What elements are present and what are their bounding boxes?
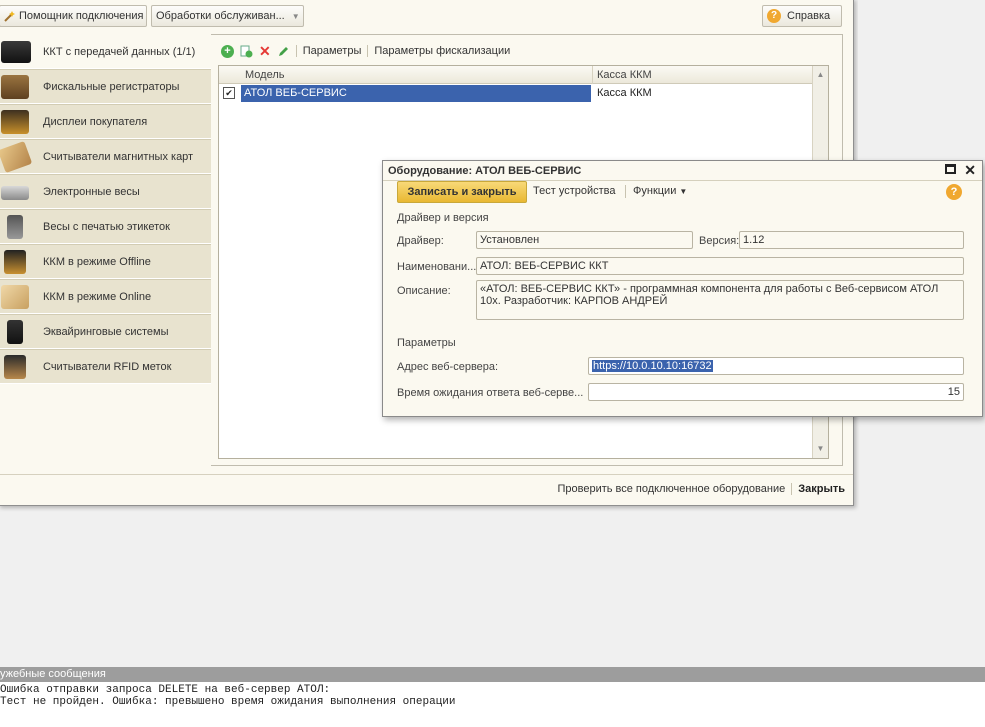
help-icon[interactable]: ? — [946, 184, 962, 200]
functions-label: Функции — [633, 185, 677, 197]
dialog-toolbar-divider — [625, 185, 626, 198]
equipment-dialog: Оборудование: АТОЛ ВЕБ-СЕРВИС ✕ Записать… — [382, 160, 983, 417]
messages-panel: Ошибка отправки запроса DELETE на веб-се… — [0, 682, 985, 727]
service-processing-dropdown[interactable]: Обработки обслуживан... ▼ — [151, 5, 304, 27]
name-field[interactable]: АТОЛ: ВЕБ-СЕРВИС ККТ — [476, 257, 964, 275]
sidebar-item-label-scales[interactable]: Весы с печатью этикеток — [0, 209, 211, 244]
sidebar-item-customer-displays[interactable]: Дисплеи покупателя — [0, 104, 211, 139]
sidebar-item-label: ККМ в режиме Offline — [43, 255, 151, 268]
window-bottom-bar: Проверить все подключенное оборудование … — [0, 474, 853, 504]
toolbar-divider — [367, 45, 369, 57]
driver-label: Драйвер: — [397, 235, 444, 247]
web-server-label: Адрес веб-сервера: — [397, 361, 499, 373]
parameters-link[interactable]: Параметры — [303, 45, 362, 57]
timeout-field[interactable]: 15 — [588, 383, 964, 401]
sidebar-item-kkm-offline[interactable]: ККМ в режиме Offline — [0, 244, 211, 279]
close-button[interactable]: Закрыть — [798, 483, 845, 495]
offline-kkm-icon — [4, 250, 26, 274]
help-button[interactable]: ? Справка — [762, 5, 842, 27]
table-header: Модель Касса ККМ — [219, 66, 813, 84]
connection-assistant-label: Помощник подключения — [19, 10, 144, 22]
desktop-background — [858, 0, 985, 160]
timeout-label: Время ожидания ответа веб-серве... — [397, 387, 584, 399]
add-icon[interactable]: + — [221, 44, 234, 58]
chevron-down-icon: ▼ — [291, 11, 300, 21]
maximize-icon[interactable] — [945, 164, 956, 174]
column-header-cash-register[interactable]: Касса ККМ — [593, 66, 813, 84]
message-line: Тест не пройден. Ошибка: превышено время… — [0, 696, 456, 708]
description-field[interactable]: «АТОЛ: ВЕБ-СЕРВИС ККТ» - программная ком… — [476, 280, 964, 320]
section-driver-heading: Драйвер и версия — [397, 212, 489, 224]
online-kkm-icon — [1, 285, 29, 309]
sidebar-item-label: Весы с печатью этикеток — [43, 220, 170, 233]
dialog-title: Оборудование: АТОЛ ВЕБ-СЕРВИС — [388, 165, 582, 177]
check-all-equipment-button[interactable]: Проверить все подключенное оборудование — [557, 483, 785, 495]
sidebar-item-label: Дисплеи покупателя — [43, 115, 148, 128]
version-label: Версия: — [699, 235, 740, 247]
functions-dropdown[interactable]: Функции ▼ — [633, 185, 687, 197]
fiscal-parameters-link[interactable]: Параметры фискализации — [374, 45, 510, 57]
web-server-value: https://10.0.10.10:16732 — [592, 360, 713, 372]
sidebar-item-label: Считыватели RFID меток — [43, 360, 172, 373]
magic-wand-icon — [4, 10, 16, 22]
sidebar-item-label: Считыватели магнитных карт — [43, 150, 194, 163]
connection-assistant-button[interactable]: Помощник подключения — [0, 5, 147, 27]
label-scales-icon — [7, 215, 23, 239]
bottom-actions: Проверить все подключенное оборудование … — [557, 483, 845, 495]
sidebar-item-rfid-readers[interactable]: Считыватели RFID меток — [0, 349, 211, 384]
card-reader-icon — [0, 140, 33, 174]
messages-panel-header: ужебные сообщения — [0, 667, 985, 682]
toolbar-divider — [295, 45, 297, 57]
scroll-down-icon[interactable]: ▼ — [815, 442, 826, 456]
row-cash-register-cell[interactable]: Касса ККМ — [593, 85, 813, 102]
scroll-up-icon[interactable]: ▲ — [815, 68, 826, 82]
row-enabled-checkbox[interactable]: ✔ — [223, 87, 235, 99]
sidebar-item-electronic-scales[interactable]: Электронные весы — [0, 174, 211, 209]
name-label: Наименовани... — [397, 261, 477, 273]
fiscal-printer-icon — [1, 75, 29, 99]
sidebar-item-label: ККМ в режиме Online — [43, 290, 152, 303]
help-label: Справка — [787, 10, 831, 22]
copy-icon[interactable] — [240, 45, 253, 58]
bottom-divider — [791, 483, 793, 495]
rfid-reader-icon — [4, 355, 26, 379]
grid-toolbar: + ✕ Параметры Параметры фискализации — [221, 43, 510, 59]
sidebar-item-label: Эквайринговые системы — [43, 325, 169, 338]
sidebar-item-kkm-online[interactable]: ККМ в режиме Online — [0, 279, 211, 314]
service-processing-label: Обработки обслуживан... — [156, 10, 285, 22]
row-model-cell[interactable]: АТОЛ ВЕБ-СЕРВИС — [241, 85, 591, 102]
help-icon: ? — [767, 9, 781, 23]
sidebar-item-fiscal-registers[interactable]: Фискальные регистраторы — [0, 69, 211, 104]
web-server-field[interactable]: https://10.0.10.10:16732 — [588, 357, 964, 375]
sidebar-item-kkt-data[interactable]: ККТ с передачей данных (1/1) — [0, 34, 211, 69]
edit-icon[interactable] — [277, 45, 290, 58]
sidebar-item-label: Электронные весы — [43, 185, 140, 198]
section-params-heading: Параметры — [397, 337, 456, 349]
sidebar-item-acquiring[interactable]: Эквайринговые системы — [0, 314, 211, 349]
column-header-model[interactable]: Модель — [241, 66, 593, 84]
acquiring-terminal-icon — [7, 320, 23, 344]
cash-register-icon — [1, 41, 31, 63]
scales-icon — [1, 186, 29, 200]
save-and-close-button[interactable]: Записать и закрыть — [397, 181, 527, 203]
chevron-down-icon: ▼ — [679, 187, 688, 196]
equipment-type-sidebar: ККТ с передачей данных (1/1) Фискальные … — [0, 34, 211, 384]
device-test-button[interactable]: Тест устройства — [533, 185, 615, 197]
delete-icon[interactable]: ✕ — [259, 44, 271, 58]
dialog-title-bar: Оборудование: АТОЛ ВЕБ-СЕРВИС ✕ — [383, 161, 982, 181]
table-row[interactable]: ✔ АТОЛ ВЕБ-СЕРВИС Касса ККМ — [219, 85, 813, 102]
sidebar-item-label: ККТ с передачей данных (1/1) — [43, 45, 196, 58]
sidebar-item-card-readers[interactable]: Считыватели магнитных карт — [0, 139, 211, 174]
driver-field[interactable]: Установлен — [476, 231, 693, 249]
close-icon[interactable]: ✕ — [964, 162, 976, 179]
version-field[interactable]: 1.12 — [739, 231, 964, 249]
description-label: Описание: — [397, 285, 451, 297]
sidebar-item-label: Фискальные регистраторы — [43, 80, 180, 93]
customer-display-icon — [1, 110, 29, 134]
message-line: Ошибка отправки запроса DELETE на веб-се… — [0, 684, 331, 696]
